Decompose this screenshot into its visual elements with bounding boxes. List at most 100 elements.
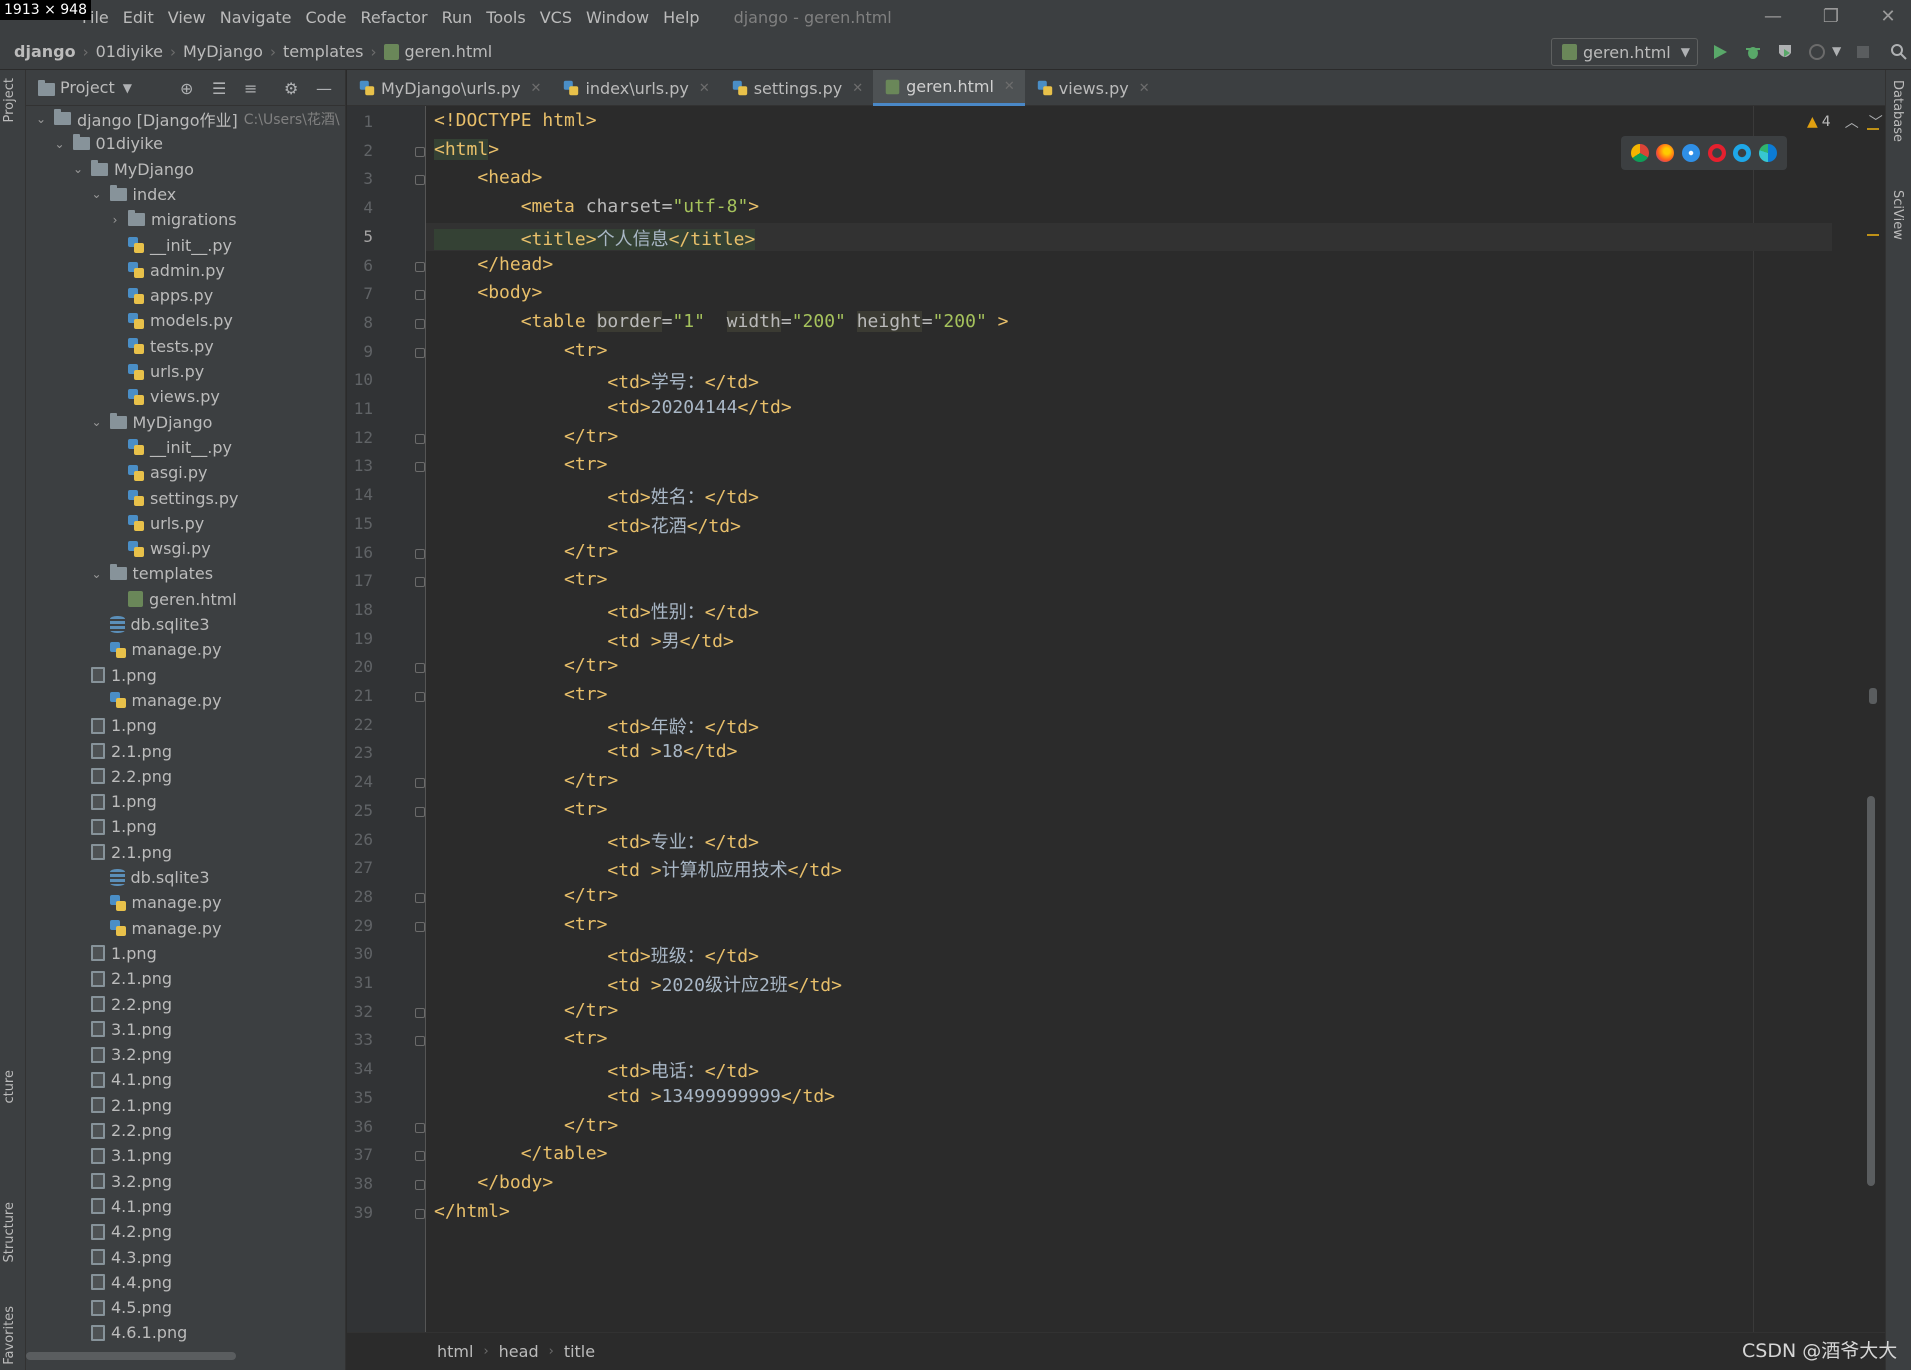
tree-item[interactable]: 3.2.png — [91, 1169, 172, 1194]
tree-item[interactable]: 2.1.png — [91, 966, 172, 991]
fold-marker-icon[interactable] — [415, 347, 425, 358]
chrome-icon[interactable] — [1630, 144, 1649, 162]
fold-marker-icon[interactable] — [415, 921, 425, 932]
tree-item[interactable]: 4.4.png — [91, 1270, 172, 1295]
tree-item[interactable]: 4.5.png — [91, 1295, 172, 1320]
fold-marker-icon[interactable] — [415, 778, 425, 789]
locate-icon[interactable]: ⊕ — [180, 79, 193, 98]
code-breadcrumb-title[interactable]: title — [564, 1342, 595, 1361]
tree-item[interactable]: 1.png — [91, 789, 157, 814]
tree-item[interactable]: __init__.py — [128, 233, 232, 258]
menu-edit[interactable]: Edit — [123, 8, 154, 27]
sciview-tool-tab[interactable]: SciView — [1890, 190, 1905, 240]
tab-views-py[interactable]: views.py ✕ — [1025, 70, 1160, 106]
minimize-button[interactable]: — — [1758, 6, 1788, 28]
chevron-down-icon[interactable]: ⌄ — [53, 137, 67, 151]
fold-marker-icon[interactable] — [415, 1208, 425, 1219]
run-config-select[interactable]: geren.html ▼ — [1551, 38, 1698, 66]
tree-item[interactable]: ⌄ 01diyike — [53, 131, 163, 156]
fold-marker-icon[interactable] — [415, 692, 425, 702]
fold-marker-icon[interactable] — [415, 146, 425, 157]
tree-horizontal-scrollbar[interactable] — [26, 1352, 236, 1360]
fold-marker-icon[interactable] — [415, 290, 425, 301]
nav-crumb[interactable]: templates — [283, 42, 364, 61]
chevron-down-icon[interactable]: ⌄ — [71, 162, 85, 176]
tree-item[interactable]: 1.png — [91, 713, 157, 738]
close-icon[interactable]: ✕ — [852, 81, 863, 96]
chevron-right-icon[interactable]: › — [108, 213, 122, 227]
tab-index-urls-py[interactable]: index\urls.py ✕ — [551, 70, 719, 106]
fold-marker-icon[interactable] — [415, 806, 425, 817]
tree-item[interactable]: 4.2.png — [91, 1219, 172, 1244]
tree-item[interactable]: 1.png — [91, 814, 157, 839]
nav-crumb[interactable]: geren.html — [383, 42, 492, 61]
tree-item[interactable]: 1.png — [91, 941, 157, 966]
chevron-down-icon[interactable]: ▼ — [1832, 44, 1841, 58]
nav-crumb[interactable]: MyDjango — [183, 42, 263, 61]
code-breadcrumb-html[interactable]: html — [437, 1342, 473, 1361]
scroll-thumb-small[interactable] — [1869, 688, 1877, 704]
tree-item[interactable]: 4.3.png — [91, 1245, 172, 1270]
tree-item[interactable]: › migrations — [108, 207, 237, 232]
structure-tool-tab-partial[interactable]: cture — [2, 1070, 17, 1104]
project-view-select[interactable]: Project — [60, 78, 115, 97]
chevron-down-icon[interactable]: ⌄ — [90, 415, 104, 429]
close-icon[interactable]: ✕ — [531, 81, 542, 96]
maximize-button[interactable]: ❐ — [1816, 6, 1846, 28]
tree-item[interactable]: apps.py — [128, 283, 213, 308]
safari-icon[interactable] — [1682, 144, 1701, 162]
hide-panel-icon[interactable]: — — [316, 79, 332, 98]
tree-item[interactable]: __init__.py — [128, 435, 232, 460]
profile-icon[interactable] — [1808, 43, 1826, 61]
favorites-tool-tab[interactable]: Favorites — [2, 1306, 17, 1365]
tree-item[interactable]: views.py — [128, 384, 220, 409]
tree-item[interactable]: ⌄ index — [90, 182, 176, 207]
editor-scrollbar[interactable] — [1867, 796, 1875, 1186]
fold-marker-icon[interactable] — [415, 318, 425, 329]
tree-item[interactable]: manage.py — [109, 688, 222, 713]
menu-help[interactable]: Help — [663, 8, 699, 27]
nav-crumb[interactable]: 01diyike — [96, 42, 163, 61]
chevron-down-icon[interactable]: ▼ — [123, 81, 132, 95]
internet-explorer-icon[interactable] — [1733, 144, 1752, 162]
project-tool-tab[interactable]: Project — [2, 78, 17, 122]
fold-marker-icon[interactable] — [415, 1179, 425, 1190]
code-editor[interactable]: 1 <!DOCTYPE html> 2 <html> 3 <head> 4 <meta c… — [347, 106, 1885, 1332]
debug-icon[interactable] — [1744, 43, 1762, 61]
database-tool-tab[interactable]: Database — [1890, 80, 1905, 142]
tree-item[interactable]: 4.1.png — [91, 1067, 172, 1092]
tree-item[interactable]: 1.png — [91, 663, 157, 688]
fold-marker-icon[interactable] — [415, 433, 425, 444]
search-icon[interactable] — [1890, 43, 1908, 61]
tree-item[interactable]: 3.2.png — [91, 1042, 172, 1067]
expand-all-icon[interactable]: ☰ — [212, 79, 226, 98]
opera-icon[interactable] — [1707, 144, 1726, 162]
chevron-down-icon[interactable]: ⌄ — [90, 567, 104, 581]
menu-tools[interactable]: Tools — [486, 8, 525, 27]
close-window-button[interactable]: ✕ — [1873, 6, 1903, 28]
chevron-up-icon[interactable]: ︿ — [1845, 112, 1859, 132]
tree-item[interactable]: urls.py — [128, 511, 204, 536]
tree-item[interactable]: tests.py — [128, 334, 214, 359]
tree-item[interactable]: 3.1.png — [91, 1017, 172, 1042]
tree-item[interactable]: 2.1.png — [91, 739, 172, 764]
tree-item[interactable]: ⌄ MyDjango — [90, 410, 212, 435]
tree-item[interactable]: 2.2.png — [91, 764, 172, 789]
fold-marker-icon[interactable] — [415, 577, 425, 588]
tree-root[interactable]: ⌄ django [Django作业] C:\Users\花酒\ — [34, 106, 340, 131]
chevron-down-icon[interactable]: ⌄ — [90, 187, 104, 201]
edge-icon[interactable] — [1759, 144, 1778, 162]
structure-tool-tab[interactable]: Structure — [2, 1202, 17, 1262]
fold-marker-icon[interactable] — [415, 892, 425, 903]
close-icon[interactable]: ✕ — [699, 81, 710, 96]
tree-item[interactable]: 2.1.png — [91, 1093, 172, 1118]
fold-marker-icon[interactable] — [415, 663, 425, 674]
fold-marker-icon[interactable] — [415, 1036, 425, 1047]
tree-item[interactable]: geren.html — [128, 587, 237, 612]
tree-item[interactable]: ⌄ MyDjango — [71, 157, 194, 182]
run-icon[interactable] — [1711, 43, 1729, 61]
collapse-all-icon[interactable]: ≡ — [244, 79, 257, 98]
tree-item[interactable]: 4.6.1.png — [91, 1320, 187, 1345]
tree-item[interactable]: 2.2.png — [91, 992, 172, 1017]
tree-item[interactable]: ⌄ templates — [90, 561, 213, 586]
